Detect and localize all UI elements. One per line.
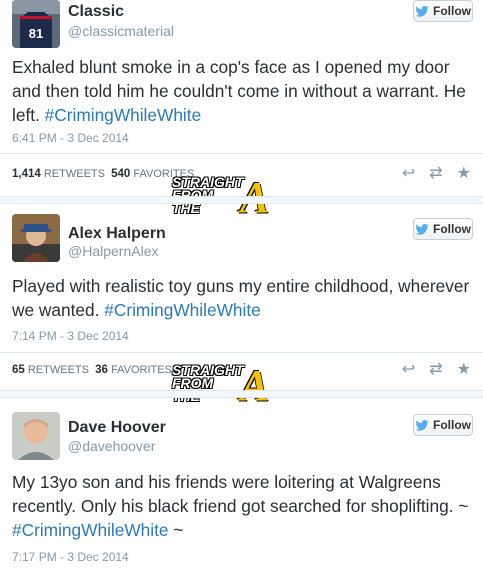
twitter-bird-icon	[415, 223, 429, 235]
tweet-divider	[0, 196, 483, 204]
tweet-actions: ↩ ⇄ ★	[402, 359, 471, 379]
favorite-count[interactable]: 540	[111, 168, 130, 180]
follow-button[interactable]: Follow	[413, 414, 473, 436]
retweet-icon[interactable]: ⇄	[429, 359, 442, 379]
follow-button[interactable]: Follow	[413, 0, 473, 22]
tweet-text: Played with realistic toy guns my entire…	[12, 274, 473, 322]
author-handle[interactable]: @davehoover	[68, 438, 155, 454]
svg-text:81: 81	[29, 26, 43, 41]
avatar-dave-hoover[interactable]	[12, 412, 60, 460]
retweet-count[interactable]: 1,414	[12, 168, 41, 180]
tweet-text: Exhaled blunt smoke in a cop's face as I…	[12, 55, 473, 127]
tweet-body-tail: ~	[168, 520, 184, 540]
author-name[interactable]: Classic	[68, 3, 124, 21]
follow-label: Follow	[433, 222, 471, 236]
tweet-body: My 13yo son and his friends were loiteri…	[12, 472, 469, 516]
twitter-bird-icon	[415, 419, 429, 431]
watermark-logo: STRAIGHT FROM THE A	[172, 361, 292, 412]
twitter-bird-icon	[415, 5, 429, 17]
author-name[interactable]: Alex Halpern	[68, 225, 166, 243]
hashtag-link[interactable]: #CrimingWhileWhite	[12, 520, 169, 540]
tweet-stats: 65 RETWEETS 36 FAVORITES	[12, 364, 172, 376]
author-handle[interactable]: @HalpernAlex	[68, 243, 158, 259]
tweet-text: My 13yo son and his friends were loiteri…	[12, 470, 473, 542]
favorite-count[interactable]: 36	[95, 364, 108, 376]
favorite-icon[interactable]: ★	[457, 359, 471, 379]
author-name[interactable]: Dave Hoover	[68, 419, 166, 437]
separator	[0, 352, 483, 353]
follow-label: Follow	[433, 418, 471, 432]
retweet-count[interactable]: 65	[12, 364, 25, 376]
favorite-label: FAVORITES	[110, 364, 172, 376]
author-handle[interactable]: @classicmaterial	[68, 23, 174, 39]
watermark-letter: A	[240, 361, 270, 410]
reply-icon[interactable]: ↩	[402, 163, 415, 183]
jersey-avatar-icon: 81	[12, 0, 60, 48]
retweet-icon[interactable]: ⇄	[429, 163, 442, 183]
tweet-divider	[0, 390, 483, 398]
tweet-timestamp[interactable]: 6:41 PM - 3 Dec 2014	[12, 131, 129, 145]
retweet-label: RETWEETS	[43, 168, 105, 180]
reply-icon[interactable]: ↩	[402, 359, 415, 379]
avatar-classic[interactable]: 81	[12, 0, 60, 48]
person-avatar-icon	[12, 412, 60, 460]
avatar-alex-halpern[interactable]	[12, 214, 60, 262]
hashtag-link[interactable]: #CrimingWhileWhite	[104, 300, 261, 320]
person-avatar-icon	[12, 214, 60, 262]
separator	[0, 153, 483, 154]
favorite-icon[interactable]: ★	[457, 163, 471, 183]
hashtag-link[interactable]: #CrimingWhileWhite	[45, 105, 202, 125]
tweet-timestamp[interactable]: 7:17 PM - 3 Dec 2014	[12, 550, 129, 564]
tweet-actions: ↩ ⇄ ★	[402, 163, 471, 183]
follow-button[interactable]: Follow	[413, 218, 473, 240]
retweet-label: RETWEETS	[27, 364, 89, 376]
tweet-stats: 1,414 RETWEETS 540 FAVORITES	[12, 168, 194, 180]
tweet-timestamp[interactable]: 7:14 PM - 3 Dec 2014	[12, 329, 129, 343]
follow-label: Follow	[433, 4, 471, 18]
